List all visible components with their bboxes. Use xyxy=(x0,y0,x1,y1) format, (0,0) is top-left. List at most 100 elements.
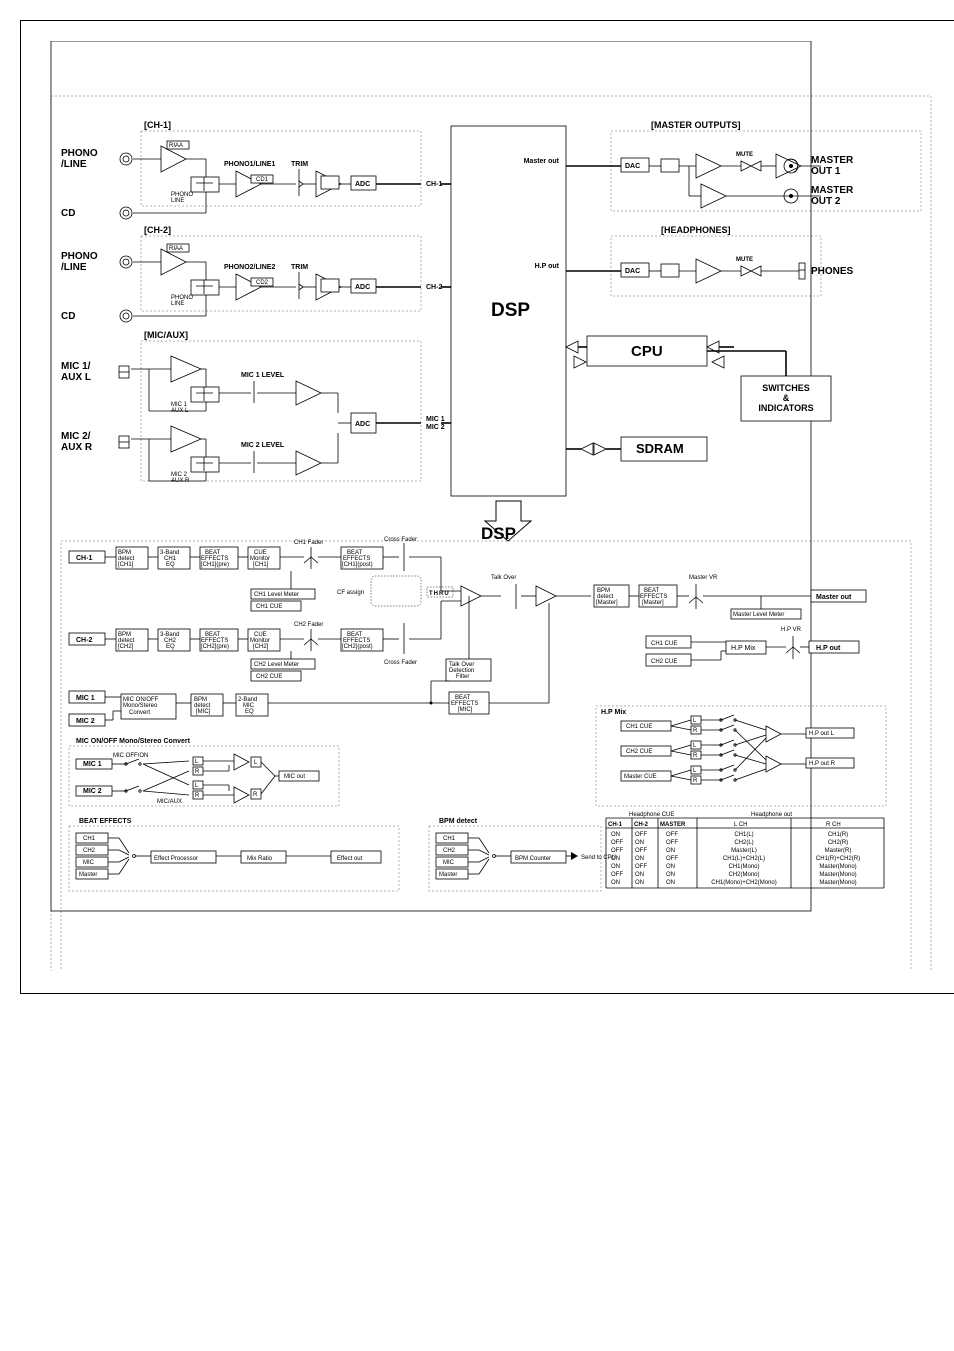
phono-line-label-1: PHONO xyxy=(61,148,98,159)
svg-text:OFF: OFF xyxy=(635,832,647,838)
svg-text:R: R xyxy=(253,792,258,798)
svg-text:CH-1: CH-1 xyxy=(426,181,442,188)
svg-text:[CH2](pre): [CH2](pre) xyxy=(201,644,229,650)
svg-text:TRIM: TRIM xyxy=(291,264,308,271)
svg-text:Master CUE: Master CUE xyxy=(624,774,657,780)
svg-text:[CH-2]: [CH-2] xyxy=(144,225,171,235)
svg-text:Filter: Filter xyxy=(456,674,469,680)
svg-text:Master out: Master out xyxy=(816,594,852,601)
svg-text:/LINE: /LINE xyxy=(61,262,87,273)
svg-text:ON: ON xyxy=(666,872,675,878)
svg-text:OUT 1: OUT 1 xyxy=(811,166,841,177)
svg-text:BPM Counter: BPM Counter xyxy=(515,856,551,862)
svg-text:CH2 CUE: CH2 CUE xyxy=(626,749,652,755)
svg-text:CH1(L): CH1(L) xyxy=(734,832,753,838)
svg-text:Master(Mono): Master(Mono) xyxy=(819,880,856,886)
svg-text:MIC 2 LEVEL: MIC 2 LEVEL xyxy=(241,442,285,449)
svg-text:Master: Master xyxy=(79,872,97,878)
svg-text:EQ: EQ xyxy=(166,644,175,650)
svg-text:CD1: CD1 xyxy=(256,177,269,183)
svg-text:[MIC]: [MIC] xyxy=(196,709,211,715)
svg-text:H.P out: H.P out xyxy=(535,263,560,270)
svg-text:CH2 Level Meter: CH2 Level Meter xyxy=(254,662,299,668)
svg-text:ON: ON xyxy=(635,856,644,862)
svg-text:CH1 Level Meter: CH1 Level Meter xyxy=(254,592,299,598)
svg-text:MIC 1: MIC 1 xyxy=(83,761,102,768)
svg-text:DSP: DSP xyxy=(481,524,516,543)
svg-text:ON: ON xyxy=(611,832,620,838)
svg-text:THRU: THRU xyxy=(429,591,450,597)
svg-text:PHONO1/LINE1: PHONO1/LINE1 xyxy=(224,161,275,168)
svg-text:Mix Ratio: Mix Ratio xyxy=(247,856,273,862)
ch1-header: [CH-1] xyxy=(144,120,171,130)
svg-text:CH1 CUE: CH1 CUE xyxy=(651,641,677,647)
cd-label-1: CD xyxy=(61,208,75,219)
svg-text:MIC 2: MIC 2 xyxy=(83,788,102,795)
svg-text:MIC: MIC xyxy=(83,860,95,866)
svg-text:MIC 2: MIC 2 xyxy=(426,424,445,431)
svg-text:DAC: DAC xyxy=(625,268,640,275)
svg-text:CH2(Mono): CH2(Mono) xyxy=(728,872,759,878)
svg-text:CH1(L)+CH2(L): CH1(L)+CH2(L) xyxy=(723,856,765,862)
svg-text:H.P Mix: H.P Mix xyxy=(731,645,756,652)
svg-text:R: R xyxy=(693,728,698,734)
svg-text:DAC: DAC xyxy=(625,163,640,170)
svg-text:OUT 2: OUT 2 xyxy=(811,196,841,207)
svg-text:ON: ON xyxy=(635,880,644,886)
svg-text:Cross Fader: Cross Fader xyxy=(384,537,417,543)
svg-text:Convert: Convert xyxy=(129,710,150,716)
svg-text:CPU: CPU xyxy=(631,343,663,360)
svg-text:&: & xyxy=(783,393,790,403)
svg-text:Cross Fader: Cross Fader xyxy=(384,660,417,666)
svg-text:ON: ON xyxy=(611,880,620,886)
svg-text:ON: ON xyxy=(611,864,620,870)
svg-text:MASTER: MASTER xyxy=(811,185,854,196)
svg-text:ADC: ADC xyxy=(355,421,370,428)
svg-text:AUX L: AUX L xyxy=(61,372,91,383)
svg-text:MIC 1 LEVEL: MIC 1 LEVEL xyxy=(241,372,285,379)
svg-text:CH2(R): CH2(R) xyxy=(828,840,848,846)
svg-text:LINE: LINE xyxy=(171,301,184,307)
svg-text:H.P out R: H.P out R xyxy=(809,761,836,767)
svg-text:/LINE: /LINE xyxy=(61,159,87,170)
svg-text:BPM detect: BPM detect xyxy=(439,818,478,825)
svg-text:Effect out: Effect out xyxy=(337,856,363,862)
svg-text:[MIC]: [MIC] xyxy=(458,707,473,713)
svg-text:LINE: LINE xyxy=(171,198,184,204)
svg-text:ON: ON xyxy=(635,840,644,846)
svg-text:Master out: Master out xyxy=(524,158,560,165)
svg-text:OFF: OFF xyxy=(611,840,623,846)
svg-text:CH-1: CH-1 xyxy=(76,555,92,562)
svg-text:MIC 1/: MIC 1/ xyxy=(61,361,91,372)
svg-text:ON: ON xyxy=(611,856,620,862)
svg-text:Headphone CUE: Headphone CUE xyxy=(629,812,674,818)
svg-text:OFF: OFF xyxy=(666,832,678,838)
svg-text:CH2 CUE: CH2 CUE xyxy=(651,659,677,665)
svg-text:CH-1: CH-1 xyxy=(608,822,623,828)
svg-text:CH-2: CH-2 xyxy=(76,637,92,644)
svg-text:MIC 2: MIC 2 xyxy=(76,718,95,725)
svg-text:ON: ON xyxy=(666,880,675,886)
svg-text:OFF: OFF xyxy=(666,856,678,862)
svg-text:Master: Master xyxy=(439,872,457,878)
svg-text:L CH: L CH xyxy=(734,822,747,828)
svg-text:[CH1](post): [CH1](post) xyxy=(342,562,373,568)
svg-text:Effect Processor: Effect Processor xyxy=(154,856,198,862)
svg-text:CH1(Mono): CH1(Mono) xyxy=(728,864,759,870)
svg-text:CH-2: CH-2 xyxy=(634,822,649,828)
svg-text:MIC: MIC xyxy=(443,860,455,866)
svg-text:CH1: CH1 xyxy=(83,836,96,842)
svg-text:ON: ON xyxy=(635,872,644,878)
svg-text:MIC/AUX: MIC/AUX xyxy=(157,799,182,805)
svg-text:RIAA: RIAA xyxy=(169,143,183,149)
svg-text:EQ: EQ xyxy=(166,562,175,568)
svg-text:ON: ON xyxy=(666,864,675,870)
svg-text:CD2: CD2 xyxy=(256,280,269,286)
svg-text:CH1 CUE: CH1 CUE xyxy=(626,724,652,730)
svg-text:INDICATORS: INDICATORS xyxy=(758,403,813,413)
svg-text:MIC 1: MIC 1 xyxy=(76,695,95,702)
page: text { font-size: 8px; fill:#000; } .b {… xyxy=(20,20,954,994)
svg-text:CH2(L): CH2(L) xyxy=(734,840,753,846)
svg-text:R: R xyxy=(195,769,200,775)
svg-text:BEAT EFFECTS: BEAT EFFECTS xyxy=(79,818,132,825)
